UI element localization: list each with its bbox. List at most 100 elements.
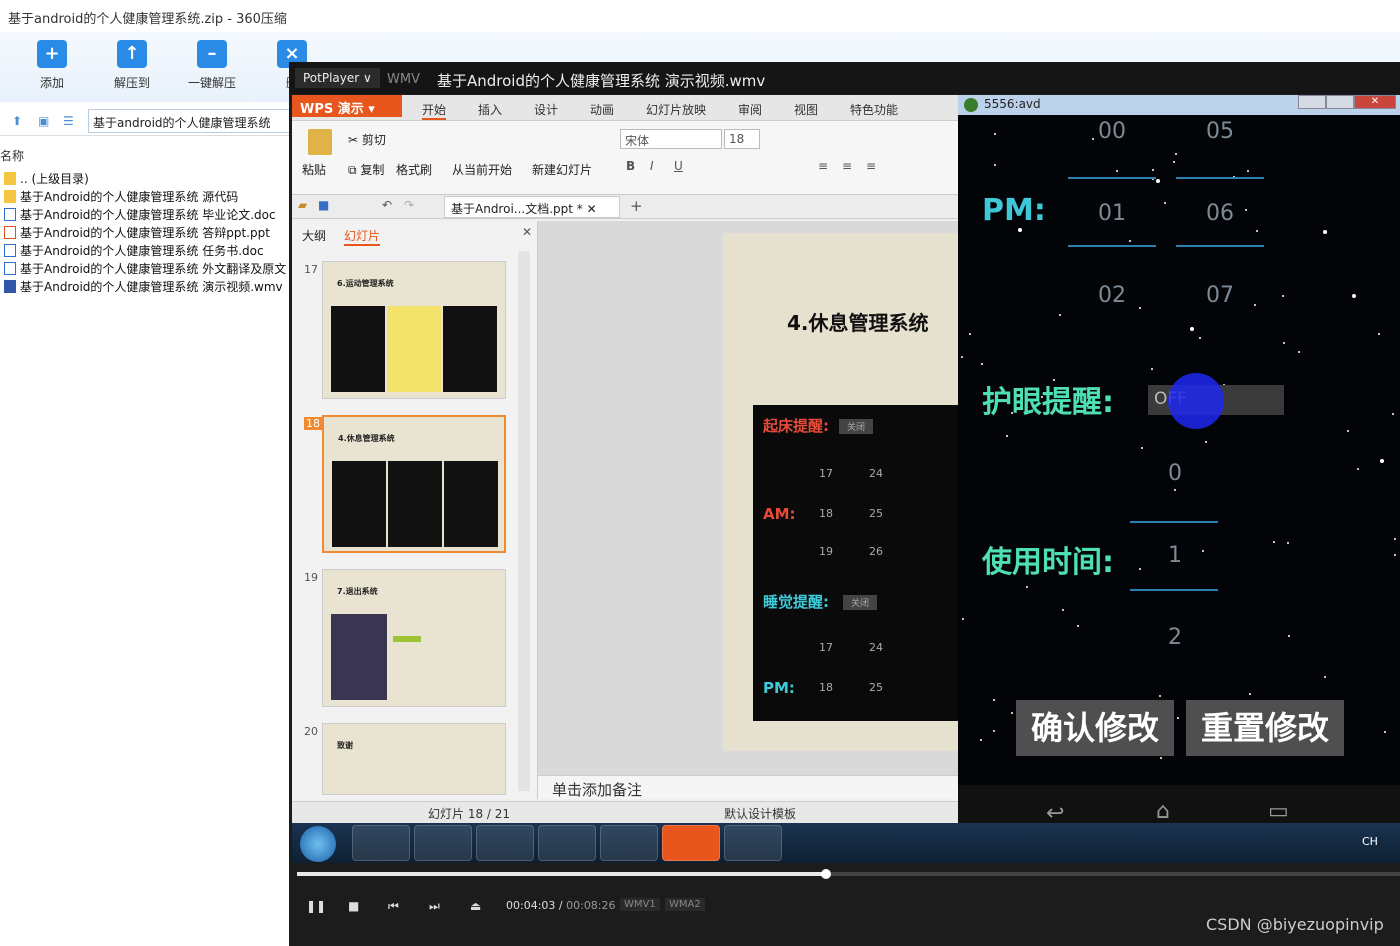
close-button[interactable]: ✕: [1354, 95, 1396, 109]
slide-thumbnail[interactable]: 致谢: [322, 723, 506, 795]
media-player-icon[interactable]: [538, 825, 596, 861]
potplayer-menu-button[interactable]: PotPlayer ∨: [295, 68, 380, 88]
column-header-name[interactable]: 名称: [0, 147, 24, 164]
star: [1010, 712, 1013, 715]
align-left-icon[interactable]: ≡: [818, 159, 828, 173]
align-right-icon[interactable]: ≡: [866, 159, 876, 173]
star: [1245, 208, 1248, 211]
close-panel-icon[interactable]: ✕: [522, 225, 532, 239]
slide-thumbnail[interactable]: 7.退出系统: [322, 569, 506, 707]
view-icon[interactable]: ▣: [38, 114, 49, 128]
close-icon[interactable]: ✕: [587, 202, 597, 216]
from-current-button[interactable]: 从当前开始: [452, 161, 512, 178]
previous-icon[interactable]: ⏮: [388, 899, 399, 914]
bold-button[interactable]: B: [626, 159, 635, 173]
underline-button[interactable]: U: [674, 159, 683, 173]
slide-number: 19: [304, 571, 318, 584]
recents-icon[interactable]: ▭: [1268, 799, 1289, 823]
tab-features[interactable]: 特色功能: [850, 101, 898, 118]
star: [1151, 168, 1154, 171]
star: [1378, 333, 1381, 336]
android-emulator-icon[interactable]: [724, 825, 782, 861]
font-family-select[interactable]: 宋体: [620, 129, 722, 149]
confirm-button[interactable]: 确认修改: [1016, 700, 1174, 756]
format-painter-button[interactable]: 格式刷: [396, 161, 432, 178]
star: [1059, 314, 1062, 317]
star: [1076, 624, 1079, 627]
seek-bar[interactable]: [297, 869, 1400, 879]
eclipse-icon[interactable]: [600, 825, 658, 861]
file-row[interactable]: 基于Android的个人健康管理系统 演示视频.wmv: [4, 278, 283, 295]
notes-input[interactable]: 单击添加备注: [538, 775, 958, 799]
picker-value[interactable]: 1: [1168, 543, 1182, 568]
folder-icon: [4, 190, 16, 203]
tab-design[interactable]: 设计: [534, 101, 558, 118]
list-icon[interactable]: ☰: [63, 114, 74, 128]
reset-button[interactable]: 重置修改: [1186, 700, 1344, 756]
add-tab-icon[interactable]: +: [630, 197, 643, 215]
panel-scrollbar[interactable]: [518, 251, 530, 791]
file-row[interactable]: 基于Android的个人健康管理系统 源代码: [4, 188, 238, 205]
file-row[interactable]: .. (上级目录): [4, 170, 89, 187]
file-row[interactable]: 基于Android的个人健康管理系统 答辩ppt.ppt: [4, 224, 270, 241]
wps-logo-button[interactable]: WPS 演示 ▾: [292, 95, 402, 117]
add-button[interactable]: + 添加: [17, 40, 87, 91]
new-slide-button[interactable]: 新建幻灯片: [532, 161, 592, 178]
star: [1025, 585, 1028, 588]
tab-review[interactable]: 审阅: [738, 101, 762, 118]
ie-icon[interactable]: [352, 825, 410, 861]
cut-button[interactable]: ✂ 剪切: [348, 131, 386, 148]
star: [993, 132, 996, 135]
one-click-extract-button[interactable]: – 一键解压: [177, 40, 247, 91]
time-display: 00:04:03 / 00:08:26: [506, 899, 616, 912]
font-size-select[interactable]: 18: [724, 129, 760, 149]
undo-icon[interactable]: ↶: [382, 198, 392, 212]
star: [1352, 293, 1357, 298]
start-button[interactable]: [300, 826, 336, 862]
picker-value: 05: [1206, 119, 1234, 144]
picker-value[interactable]: 01: [1098, 201, 1126, 226]
back-icon[interactable]: ↩: [1046, 801, 1064, 823]
tab-insert[interactable]: 插入: [478, 101, 502, 118]
open-icon[interactable]: ▰: [298, 198, 307, 212]
video-title: 基于Android的个人健康管理系统 演示视频.wmv: [437, 72, 766, 90]
tab-view[interactable]: 视图: [794, 101, 818, 118]
file-row[interactable]: 基于Android的个人健康管理系统 外文翻译及原文: [4, 260, 286, 277]
file-row[interactable]: 基于Android的个人健康管理系统 任务书.doc: [4, 242, 264, 259]
tab-slides[interactable]: 幻灯片: [344, 227, 381, 246]
eject-icon[interactable]: ⏏: [470, 899, 481, 913]
star: [1247, 169, 1250, 172]
tab-start[interactable]: 开始: [422, 101, 447, 120]
star: [994, 164, 997, 167]
explorer-icon[interactable]: [414, 825, 472, 861]
italic-button[interactable]: I: [650, 159, 654, 173]
picker-value[interactable]: 06: [1206, 201, 1234, 226]
slide-thumbnail-selected[interactable]: 4.休息管理系统: [322, 415, 506, 553]
home-icon[interactable]: ⌂: [1156, 799, 1170, 823]
maximize-button[interactable]: [1326, 95, 1354, 109]
redo-icon[interactable]: ↷: [404, 198, 414, 212]
extract-to-button[interactable]: ↑ 解压到: [97, 40, 167, 91]
save-icon[interactable]: ■: [318, 198, 329, 212]
tab-slideshow[interactable]: 幻灯片放映: [646, 101, 706, 118]
up-arrow-icon[interactable]: ⬆: [12, 114, 22, 128]
sogou-icon[interactable]: [476, 825, 534, 861]
file-row[interactable]: 基于Android的个人健康管理系统 毕业论文.doc: [4, 206, 276, 223]
next-icon[interactable]: ⏭: [429, 899, 440, 914]
slide-thumbnail[interactable]: 6.运动管理系统: [322, 261, 506, 399]
star: [1286, 541, 1289, 544]
touch-indicator: [1168, 373, 1224, 429]
wps-presentation-icon[interactable]: [662, 825, 720, 861]
language-indicator[interactable]: CH: [1362, 835, 1378, 848]
star: [1062, 609, 1065, 612]
pause-icon[interactable]: ❚❚: [306, 899, 326, 913]
copy-button[interactable]: ⧉ 复制: [348, 161, 384, 178]
minimize-button[interactable]: [1298, 95, 1326, 109]
paste-button[interactable]: 粘贴: [302, 161, 326, 178]
tab-animation[interactable]: 动画: [590, 101, 614, 118]
align-center-icon[interactable]: ≡: [842, 159, 852, 173]
path-input[interactable]: 基于android的个人健康管理系统: [88, 109, 298, 133]
document-tab[interactable]: 基于Androi...文档.ppt * ✕: [444, 196, 620, 218]
stop-icon[interactable]: ■: [348, 899, 359, 913]
tab-outline[interactable]: 大纲: [302, 227, 326, 244]
